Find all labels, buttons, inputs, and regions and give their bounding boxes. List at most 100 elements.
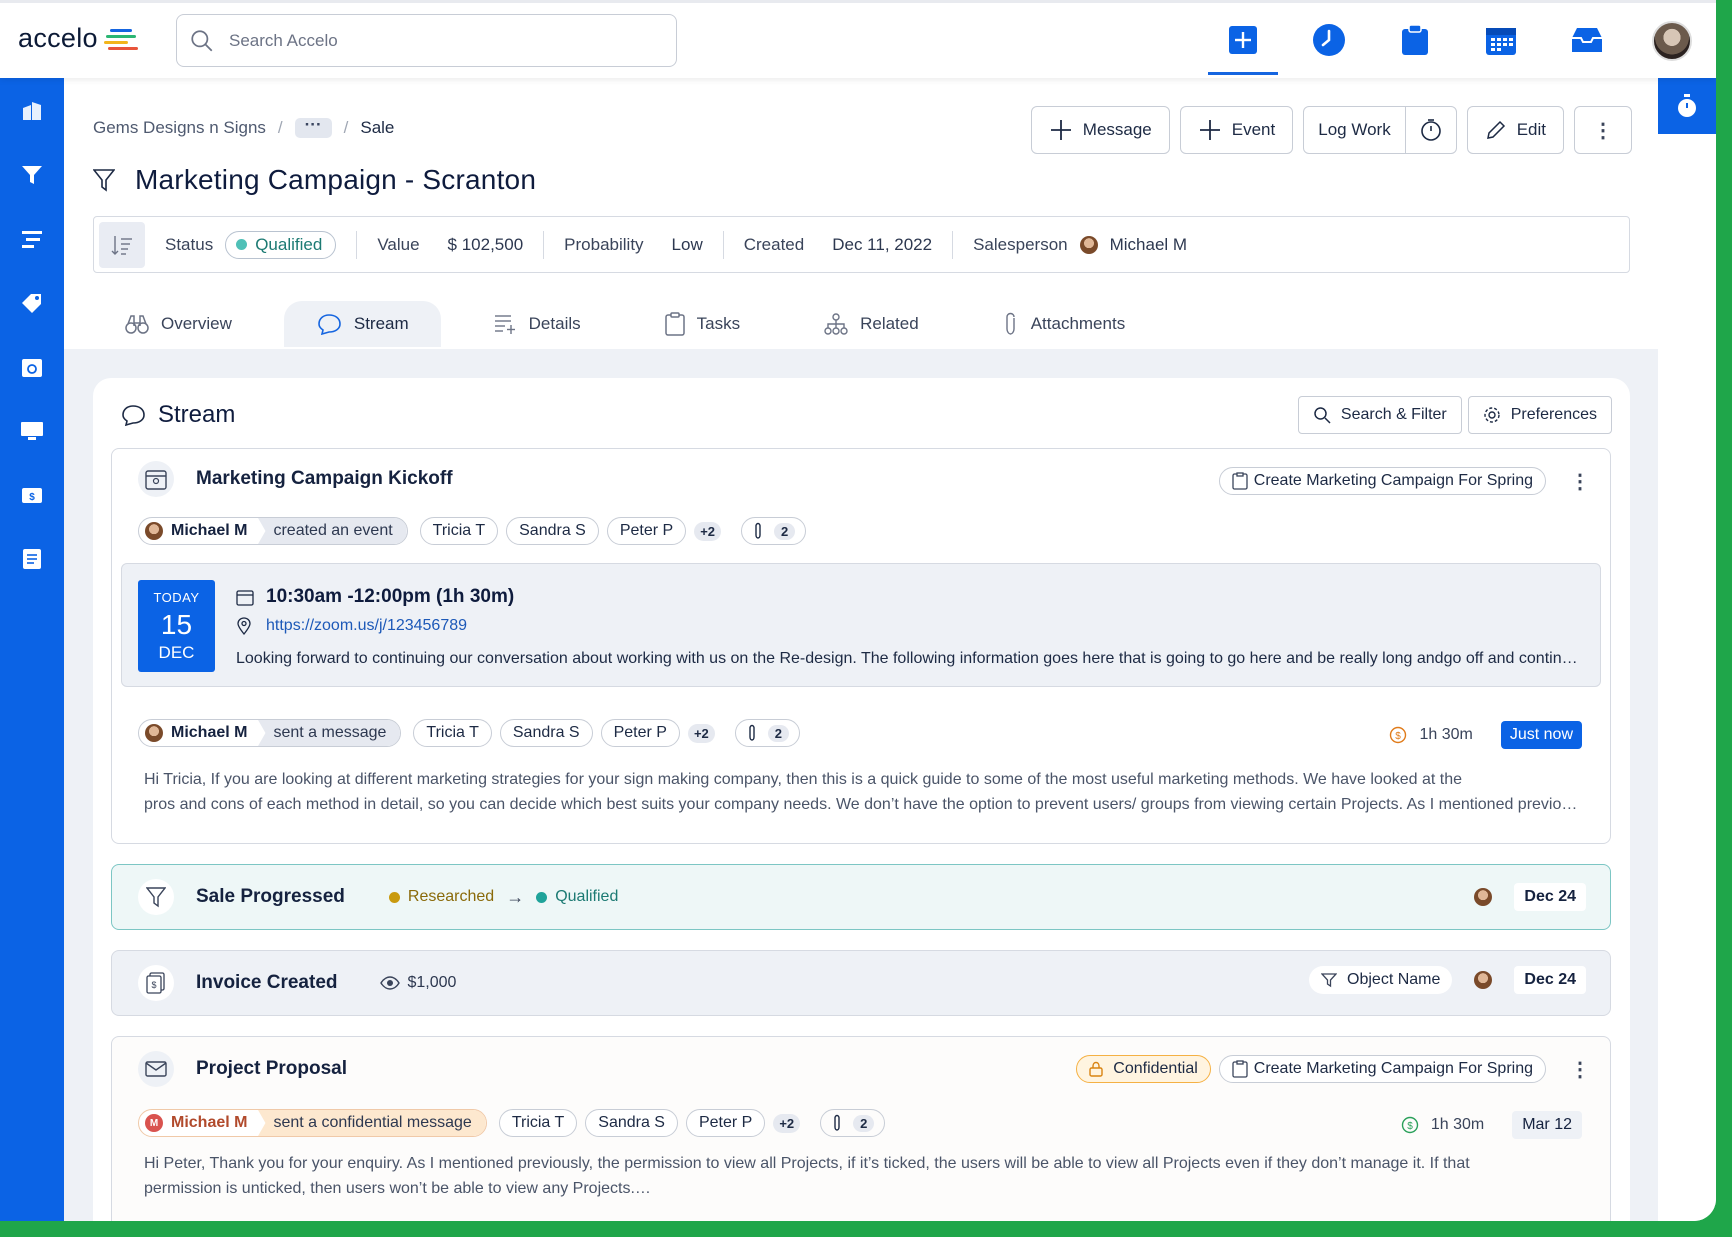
participant-chip[interactable]: Sandra S: [506, 517, 599, 545]
start-timer-button[interactable]: [1404, 107, 1456, 153]
create-button[interactable]: [1208, 17, 1278, 75]
participant-chip[interactable]: Tricia T: [413, 719, 492, 747]
participant-chip[interactable]: Tricia T: [419, 517, 499, 545]
event-link[interactable]: https://zoom.us/j/123456789: [266, 617, 467, 635]
breadcrumb-company[interactable]: Gems Designs n Signs: [93, 118, 266, 138]
participant-chip[interactable]: Peter P: [685, 1109, 766, 1137]
tab-overview[interactable]: Overview: [93, 301, 264, 347]
sort-toggle[interactable]: [99, 221, 145, 268]
message-button[interactable]: Message: [1030, 106, 1170, 154]
search-filter-button[interactable]: Search & Filter: [1297, 396, 1462, 434]
proposal-participants: M Michael M sent a confidential message Tr…: [138, 1109, 886, 1137]
breadcrumb-ellipsis[interactable]: ···: [294, 116, 332, 138]
linked-task-chip[interactable]: Create Marketing Campaign For Spring: [1218, 1055, 1546, 1083]
timer-button[interactable]: [1306, 17, 1352, 63]
tasks-button[interactable]: [1392, 17, 1438, 63]
clipboard-icon: [1232, 472, 1248, 490]
from-stage: Researched: [388, 888, 494, 906]
status-badge[interactable]: Qualified: [225, 230, 337, 259]
paperclip-icon: [1006, 312, 1015, 335]
svg-text:$: $: [151, 980, 156, 990]
more-participants-badge[interactable]: +2: [687, 723, 715, 743]
inbox-button[interactable]: [1564, 17, 1610, 63]
search-input[interactable]: [229, 30, 649, 51]
proposal-more-icon[interactable]: ⋮: [1570, 1057, 1590, 1082]
logged-duration: 1h 30m: [1430, 1116, 1485, 1133]
stopwatch-panel-button[interactable]: [1658, 78, 1716, 134]
tab-related[interactable]: Related: [792, 301, 951, 347]
tickets-nav-icon[interactable]: [19, 418, 45, 444]
tab-attachments[interactable]: Attachments: [971, 301, 1158, 347]
projects-nav-icon[interactable]: [19, 226, 45, 252]
actor-chip[interactable]: M Michael M sent a confidential message: [138, 1109, 487, 1137]
tab-stream[interactable]: Stream: [283, 301, 441, 347]
envelope-icon: [138, 1051, 174, 1087]
sales-funnel-nav-icon[interactable]: [19, 162, 45, 188]
gear-icon: [1484, 407, 1500, 423]
actor-chip[interactable]: Michael M created an event: [138, 517, 408, 545]
more-participants-badge[interactable]: +2: [773, 1113, 801, 1133]
event-details-box: TODAY 15 DEC 10:30am -12:00pm (1h 30m) h…: [121, 563, 1601, 687]
kickoff-more-icon[interactable]: ⋮: [1570, 469, 1590, 494]
top-bar: accelo: [0, 0, 1716, 78]
salesperson-value[interactable]: Michael M: [1110, 235, 1187, 255]
attachments-count: 2: [767, 724, 790, 742]
object-chip[interactable]: Object Name: [1309, 966, 1453, 994]
tab-overview-label: Overview: [161, 314, 232, 333]
companies-nav-icon[interactable]: [19, 98, 45, 124]
more-participants-badge[interactable]: +2: [694, 521, 722, 541]
participant-chip[interactable]: Peter P: [606, 517, 687, 545]
attachments-chip[interactable]: 2: [734, 719, 801, 747]
participant-chip[interactable]: Sandra S: [499, 719, 593, 747]
preferences-button[interactable]: Preferences: [1467, 396, 1612, 434]
stream-item-proposal: Project Proposal Confidential Create Mar…: [111, 1036, 1611, 1221]
tab-details[interactable]: Details: [461, 301, 613, 347]
stream-item-invoice: $ Invoice Created $1,000 Object Name Dec…: [111, 950, 1611, 1016]
kickoff-participants: Michael M created an event Tricia T Sandr…: [138, 517, 807, 545]
tab-tasks[interactable]: Tasks: [633, 301, 772, 347]
proposal-title[interactable]: Project Proposal: [196, 1058, 347, 1080]
accelo-logo[interactable]: accelo: [18, 23, 98, 54]
edit-button[interactable]: Edit: [1466, 106, 1564, 154]
event-button[interactable]: Event: [1179, 106, 1294, 154]
event-time-row: 10:30am -12:00pm (1h 30m): [236, 586, 514, 608]
confidential-label: Confidential: [1113, 1060, 1198, 1077]
log-work-button[interactable]: Log Work: [1304, 107, 1404, 153]
event-description: Looking forward to continuing our conver…: [236, 650, 1584, 667]
sale-progressed-meta: Dec 24: [1474, 883, 1586, 911]
more-actions-button[interactable]: ⋮: [1574, 106, 1632, 154]
invoice-title: Invoice Created: [196, 972, 338, 993]
log-work-group: Log Work: [1303, 106, 1457, 154]
tab-attachments-label: Attachments: [1030, 314, 1126, 333]
retainers-nav-icon[interactable]: [19, 354, 45, 380]
linked-task-chip[interactable]: Create Marketing Campaign For Spring: [1218, 467, 1546, 495]
linked-task-label: Create Marketing Campaign For Spring: [1253, 472, 1533, 489]
search-icon: [1314, 407, 1331, 424]
attachments-chip[interactable]: 2: [741, 517, 807, 545]
inbox-icon: [1572, 28, 1602, 52]
participant-chip[interactable]: Peter P: [600, 719, 680, 747]
time-badge: Just now: [1500, 721, 1582, 749]
status-dot-icon: [236, 239, 248, 250]
global-search[interactable]: [176, 14, 677, 67]
participant-chip[interactable]: Sandra S: [585, 1109, 678, 1137]
actor-chip[interactable]: Michael M sent a message: [138, 719, 402, 747]
plus-square-icon: [1229, 26, 1257, 54]
proposal-header: Project Proposal: [138, 1051, 347, 1087]
actor-avatar: [1474, 971, 1493, 989]
tags-nav-icon[interactable]: [19, 290, 45, 316]
event-button-label: Event: [1231, 120, 1276, 139]
hierarchy-icon: [824, 313, 848, 335]
reports-nav-icon[interactable]: [19, 546, 45, 572]
linked-task-label: Create Marketing Campaign For Spring: [1253, 1060, 1533, 1077]
attachments-chip[interactable]: 2: [820, 1109, 886, 1137]
participant-chip[interactable]: Tricia T: [498, 1109, 578, 1137]
breadcrumb: Gems Designs n Signs / ··· / Sale: [93, 115, 395, 138]
user-avatar[interactable]: [1652, 21, 1692, 61]
to-stage: Qualified: [536, 888, 618, 906]
app-window: accelo Search Accelo $ Gems Designs n Si…: [0, 0, 1716, 1221]
invoices-nav-icon[interactable]: $: [19, 482, 45, 508]
calendar-button[interactable]: [1478, 17, 1524, 63]
pencil-icon: [1486, 120, 1505, 139]
kickoff-title[interactable]: Marketing Campaign Kickoff: [196, 468, 453, 490]
